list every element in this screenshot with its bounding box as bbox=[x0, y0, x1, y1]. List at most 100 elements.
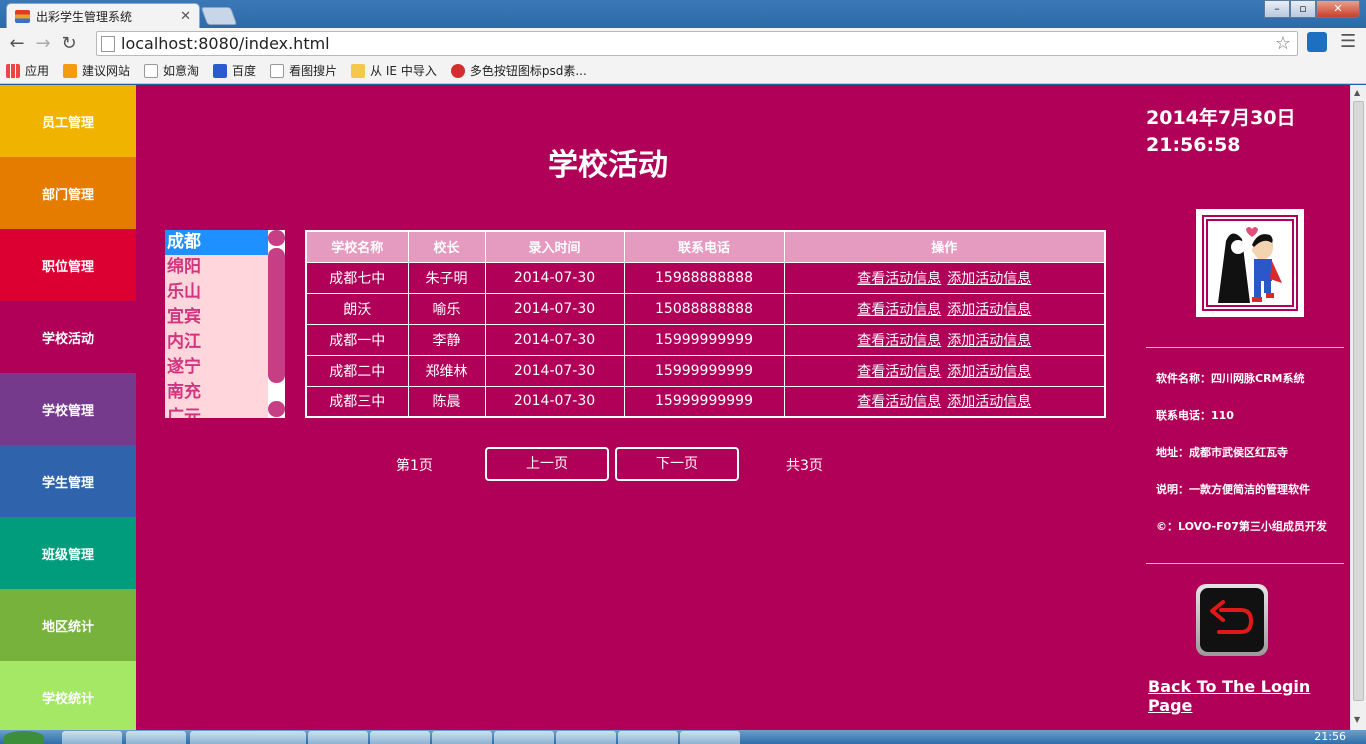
school-name: 成都三中 bbox=[305, 385, 409, 418]
add-activity-link[interactable]: 添加活动信息 bbox=[947, 364, 1031, 380]
view-activity-link[interactable]: 查看活动信息 bbox=[857, 271, 941, 287]
back-arrow-icon[interactable]: ← bbox=[4, 33, 30, 54]
column-header: 学校名称 bbox=[305, 230, 409, 263]
sidebar-item-department[interactable]: 部门管理 bbox=[0, 157, 136, 229]
actions-cell: 查看活动信息 添加活动信息 bbox=[783, 292, 1106, 325]
tab-close-icon[interactable]: ✕ bbox=[180, 9, 191, 24]
view-activity-link[interactable]: 查看活动信息 bbox=[857, 364, 941, 380]
bookmark-apps[interactable]: 应用 bbox=[6, 62, 49, 79]
bookmark-label: 看图搜片 bbox=[289, 64, 338, 78]
actions-cell: 查看活动信息 添加活动信息 bbox=[783, 323, 1106, 356]
city-option[interactable]: 绵阳 bbox=[165, 255, 268, 280]
bookmark-image-search[interactable]: 看图搜片 bbox=[270, 62, 337, 79]
scroll-thumb[interactable] bbox=[1353, 101, 1364, 701]
page-scrollbar[interactable]: ▲ ▼ bbox=[1350, 85, 1366, 730]
back-button[interactable] bbox=[1196, 584, 1268, 656]
phone: 15988888888 bbox=[623, 261, 785, 294]
address-bar[interactable]: localhost:8080/index.html ☆ bbox=[96, 31, 1298, 56]
browser-tab[interactable]: 出彩学生管理系统 ✕ bbox=[6, 3, 200, 28]
favicon-icon bbox=[15, 9, 30, 23]
bookmarks-bar: 应用 建议网站 如意淘 百度 看图搜片 从 IE 中导入 多色按钮图标psd素.… bbox=[0, 58, 1366, 84]
next-page-button[interactable]: 下一页 bbox=[615, 447, 739, 481]
view-activity-link[interactable]: 查看活动信息 bbox=[857, 394, 941, 410]
total-pages-label: 共3页 bbox=[786, 458, 823, 474]
forward-arrow-icon[interactable]: → bbox=[30, 33, 56, 54]
city-option[interactable]: 南充 bbox=[165, 380, 268, 405]
page-icon bbox=[270, 63, 285, 78]
minimize-icon[interactable]: – bbox=[1264, 0, 1290, 18]
taskbar-app-icon[interactable] bbox=[126, 731, 186, 744]
city-list-scrollbar[interactable] bbox=[268, 230, 285, 418]
city-option[interactable]: 广元 bbox=[165, 405, 268, 418]
city-listbox[interactable]: 成都 绵阳 乐山 宜宾 内江 遂宁 南充 广元 bbox=[165, 230, 285, 418]
page-icon bbox=[101, 35, 115, 52]
close-window-icon[interactable]: ✕ bbox=[1316, 0, 1360, 18]
bookmark-baidu[interactable]: 百度 bbox=[213, 62, 256, 79]
table-row: 成都一中 李静 2014-07-30 15999999999 查看活动信息 添加活… bbox=[305, 323, 1106, 356]
add-activity-link[interactable]: 添加活动信息 bbox=[947, 302, 1031, 318]
sidebar-item-label: 职位管理 bbox=[41, 259, 94, 275]
bookmark-label: 从 IE 中导入 bbox=[370, 64, 437, 78]
reload-icon[interactable]: ↻ bbox=[56, 33, 82, 54]
add-activity-link[interactable]: 添加活动信息 bbox=[947, 394, 1031, 410]
scroll-up-icon[interactable]: ▲ bbox=[1354, 88, 1360, 97]
datetime-display: 2014年7月30日 21:56:58 bbox=[1146, 105, 1296, 159]
sidebar-item-school[interactable]: 学校管理 bbox=[0, 373, 136, 445]
bookmark-ruyitao[interactable]: 如意淘 bbox=[144, 62, 199, 79]
taskbar-app-icon[interactable] bbox=[308, 731, 368, 744]
taskbar-app-icon[interactable] bbox=[618, 731, 678, 744]
sidebar-item-student[interactable]: 学生管理 bbox=[0, 445, 136, 517]
sidebar-item-school-activity[interactable]: 学校活动 bbox=[0, 301, 136, 373]
address: 地址：成都市武侯区红瓦寺 bbox=[1156, 446, 1288, 459]
city-option[interactable]: 成都 bbox=[165, 230, 268, 255]
city-option[interactable]: 内江 bbox=[165, 330, 268, 355]
school-table: 学校名称 校长 录入时间 联系电话 操作 成都七中 朱子明 2014-07-30… bbox=[305, 230, 1106, 418]
bookmark-suggested[interactable]: 建议网站 bbox=[63, 62, 130, 79]
principal: 李静 bbox=[407, 323, 486, 356]
school-name: 朗沃 bbox=[305, 292, 409, 325]
taskbar-app-icon[interactable] bbox=[246, 731, 306, 744]
city-option[interactable]: 乐山 bbox=[165, 280, 268, 305]
phone: 15999999999 bbox=[623, 354, 785, 387]
taskbar-app-icon[interactable] bbox=[190, 731, 250, 744]
bookmark-label: 应用 bbox=[25, 64, 50, 78]
url-text[interactable]: localhost:8080/index.html bbox=[121, 34, 1275, 53]
principal: 郑维林 bbox=[407, 354, 486, 387]
menu-icon[interactable]: ☰ bbox=[1340, 31, 1356, 52]
taskbar-app-icon[interactable] bbox=[432, 731, 492, 744]
taskbar-app-icon[interactable] bbox=[494, 731, 554, 744]
bookmark-psd[interactable]: 多色按钮图标psd素... bbox=[450, 62, 587, 79]
city-option[interactable]: 遂宁 bbox=[165, 355, 268, 380]
start-orb-icon[interactable] bbox=[4, 731, 44, 744]
taskbar-app-icon[interactable] bbox=[680, 731, 740, 744]
bookmark-star-icon[interactable]: ☆ bbox=[1275, 33, 1291, 54]
maximize-icon[interactable]: ▫ bbox=[1290, 0, 1316, 18]
scroll-down-icon[interactable] bbox=[268, 401, 285, 417]
bookmark-import-ie[interactable]: 从 IE 中导入 bbox=[351, 62, 437, 79]
add-activity-link[interactable]: 添加活动信息 bbox=[947, 333, 1031, 349]
view-activity-link[interactable]: 查看活动信息 bbox=[857, 302, 941, 318]
shield-icon bbox=[63, 63, 78, 78]
view-activity-link[interactable]: 查看活动信息 bbox=[857, 333, 941, 349]
scroll-up-icon[interactable] bbox=[268, 230, 285, 246]
taskbar-app-icon[interactable] bbox=[556, 731, 616, 744]
sidebar-item-school-stats[interactable]: 学校统计 bbox=[0, 661, 136, 733]
table-row: 朗沃 喻乐 2014-07-30 15088888888 查看活动信息 添加活动信… bbox=[305, 292, 1106, 325]
taskbar-app-icon[interactable] bbox=[370, 731, 430, 744]
taskbar-app-icon[interactable] bbox=[62, 731, 122, 744]
new-tab-button[interactable] bbox=[200, 7, 238, 25]
sidebar-item-region-stats[interactable]: 地区统计 bbox=[0, 589, 136, 661]
sidebar-item-label: 学校统计 bbox=[41, 691, 94, 707]
sidebar-item-class[interactable]: 班级管理 bbox=[0, 517, 136, 589]
scroll-thumb[interactable] bbox=[268, 248, 285, 383]
prev-page-button[interactable]: 上一页 bbox=[485, 447, 609, 481]
page-title: 学校活动 bbox=[548, 148, 668, 183]
extension-icon[interactable] bbox=[1307, 32, 1327, 52]
city-option[interactable]: 宜宾 bbox=[165, 305, 268, 330]
scroll-down-icon[interactable]: ▼ bbox=[1354, 715, 1360, 724]
sidebar-item-position[interactable]: 职位管理 bbox=[0, 229, 136, 301]
add-activity-link[interactable]: 添加活动信息 bbox=[947, 271, 1031, 287]
sidebar-item-employee[interactable]: 员工管理 bbox=[0, 85, 136, 157]
sidebar-item-label: 学校活动 bbox=[41, 331, 94, 347]
back-to-login-link[interactable]: Back To The Login Page bbox=[1148, 677, 1350, 715]
